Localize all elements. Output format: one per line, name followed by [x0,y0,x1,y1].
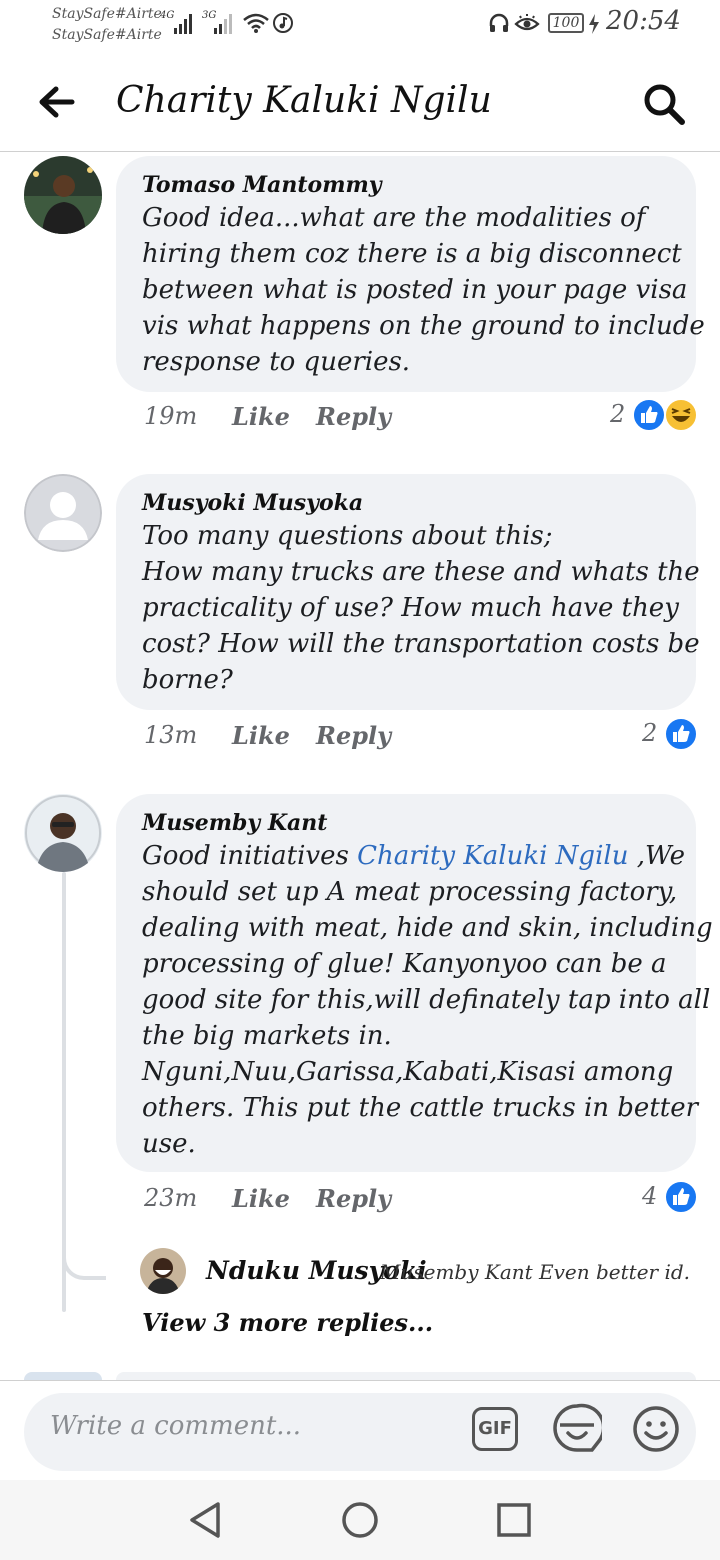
reply-text: Musemby Kant Even better id... [380,1260,690,1284]
battery-level: 100 [552,15,580,31]
comment-time: 13m [144,721,198,749]
comment-line: Nguni,Nuu,Garissa,Kabati,Kisasi among [142,1057,674,1087]
charging-icon [589,14,599,34]
comment-text-prefix: Good initiatives [142,841,358,871]
haha-icon [664,398,698,432]
reaction-summary[interactable]: 2 [640,717,700,753]
avatar[interactable] [24,794,102,872]
reaction-count: 4 [642,1182,658,1210]
comment-line: processing of glue! Kanyonyoo can be a [142,949,667,979]
carrier-label-2: StaySafe#Airtel [52,27,162,43]
comment-line: borne? [142,665,233,695]
like-button[interactable]: Like [232,402,290,431]
reaction-count: 2 [642,719,658,747]
comment-line: good site for this,will definately tap i… [142,985,711,1015]
comment-author[interactable]: Musemby Kant [142,808,672,838]
comment-time: 19m [144,402,198,430]
like-button[interactable]: Like [232,721,290,750]
comment-meta: 23m Like Reply [144,1180,444,1220]
like-button[interactable]: Like [232,1184,290,1213]
arrow-left-icon[interactable] [36,82,76,122]
clock: 20:54 [606,6,681,36]
reply-preview[interactable]: Nduku Musyoki Musemby Kant Even better i… [140,1246,700,1296]
comment-meta: 13m Like Reply [144,717,444,757]
comment-line: others. This put the cattle trucks in be… [142,1093,699,1123]
signal-bars-icon-2 [214,12,238,34]
comment-placeholder: Write a comment... [50,1411,302,1441]
comment-bubble[interactable]: Tomaso Mantommy Good idea...what are the… [116,156,705,392]
view-more-replies-link[interactable]: View 3 more replies... [142,1308,433,1337]
comment-author[interactable]: Musyoki Musyoka [142,488,672,518]
mention-link[interactable]: Charity Kaluki Ngilu [357,841,628,871]
comment-text: Too many questions about this; How many … [142,518,700,698]
system-nav-bar [0,1480,720,1560]
signal-bars-icon [174,12,198,34]
comment-text-suffix: ,We [628,841,685,871]
wifi-icon [243,13,269,33]
status-bar: StaySafe#Airtel StaySafe#Airtel 4G 3G 10… [0,0,720,56]
gif-button[interactable]: GIF [472,1407,518,1451]
comment-author[interactable]: Tomaso Mantommy [142,170,672,200]
reaction-count: 2 [610,400,626,428]
comment-bubble[interactable]: Musemby Kant Good initiatives Charity Ka… [116,794,713,1172]
like-icon [664,1180,698,1214]
comment-time: 23m [144,1184,198,1212]
avatar-partial [24,1372,102,1380]
comment-line: Good idea...what are the modalities of [142,203,646,233]
avatar[interactable] [140,1248,186,1294]
music-icon [273,13,293,33]
network-type-1: 4G [160,10,175,21]
headphones-icon [489,13,509,32]
like-icon [664,717,698,751]
comment-line: the big markets in. [142,1021,392,1051]
eye-comfort-icon [514,14,540,31]
sticker-icon[interactable] [552,1403,602,1455]
search-icon[interactable] [640,80,688,128]
avatar[interactable] [24,156,102,234]
comment-line: vis what happens on the ground to includ… [142,311,705,341]
reply-button[interactable]: Reply [316,1184,391,1213]
thread-line [62,872,66,1312]
recents-square-icon[interactable] [494,1500,534,1540]
emoji-icon[interactable] [632,1405,680,1453]
comment-line: between what is posted in your page visa [142,275,688,305]
top-header: Charity Kaluki Ngilu [0,56,720,152]
page-title: Charity Kaluki Ngilu [116,80,492,121]
comment-line: hiring them coz there is a big disconnec… [142,239,682,269]
avatar[interactable] [24,474,102,552]
comment-text: Good idea...what are the modalities of h… [142,200,705,380]
reply-button[interactable]: Reply [316,721,391,750]
thread-branch [62,1252,106,1280]
reaction-summary[interactable]: 4 [640,1180,700,1216]
back-triangle-icon[interactable] [186,1500,226,1540]
comment-line: Good initiatives Charity Kaluki Ngilu ,W… [142,838,685,874]
comment-text: Good initiatives Charity Kaluki Ngilu ,W… [142,838,713,1162]
comment-bubble-partial [116,1372,696,1380]
carrier-label-1: StaySafe#Airtel [52,6,162,22]
comment-line: use. [142,1129,196,1159]
comment-line: should set up A meat processing factory, [142,877,678,907]
battery-icon: 100 [548,13,584,33]
comment-composer: Write a comment... GIF [0,1380,720,1481]
comment-line: response to queries. [142,347,411,377]
like-icon [632,398,666,432]
comment-line: How many trucks are these and whats the [142,557,700,587]
comment-meta: 19m Like Reply [144,398,444,438]
comment-line: Too many questions about this; [142,521,553,551]
comment-line: practicality of use? How much have they [142,593,679,623]
comment-bubble[interactable]: Musyoki Musyoka Too many questions about… [116,474,700,710]
comment-line: cost? How will the transportation costs … [142,629,700,659]
reaction-summary[interactable]: 2 [608,398,700,434]
home-circle-icon[interactable] [340,1500,380,1540]
reply-button[interactable]: Reply [316,402,391,431]
comment-line: dealing with meat, hide and skin, includ… [142,913,713,943]
